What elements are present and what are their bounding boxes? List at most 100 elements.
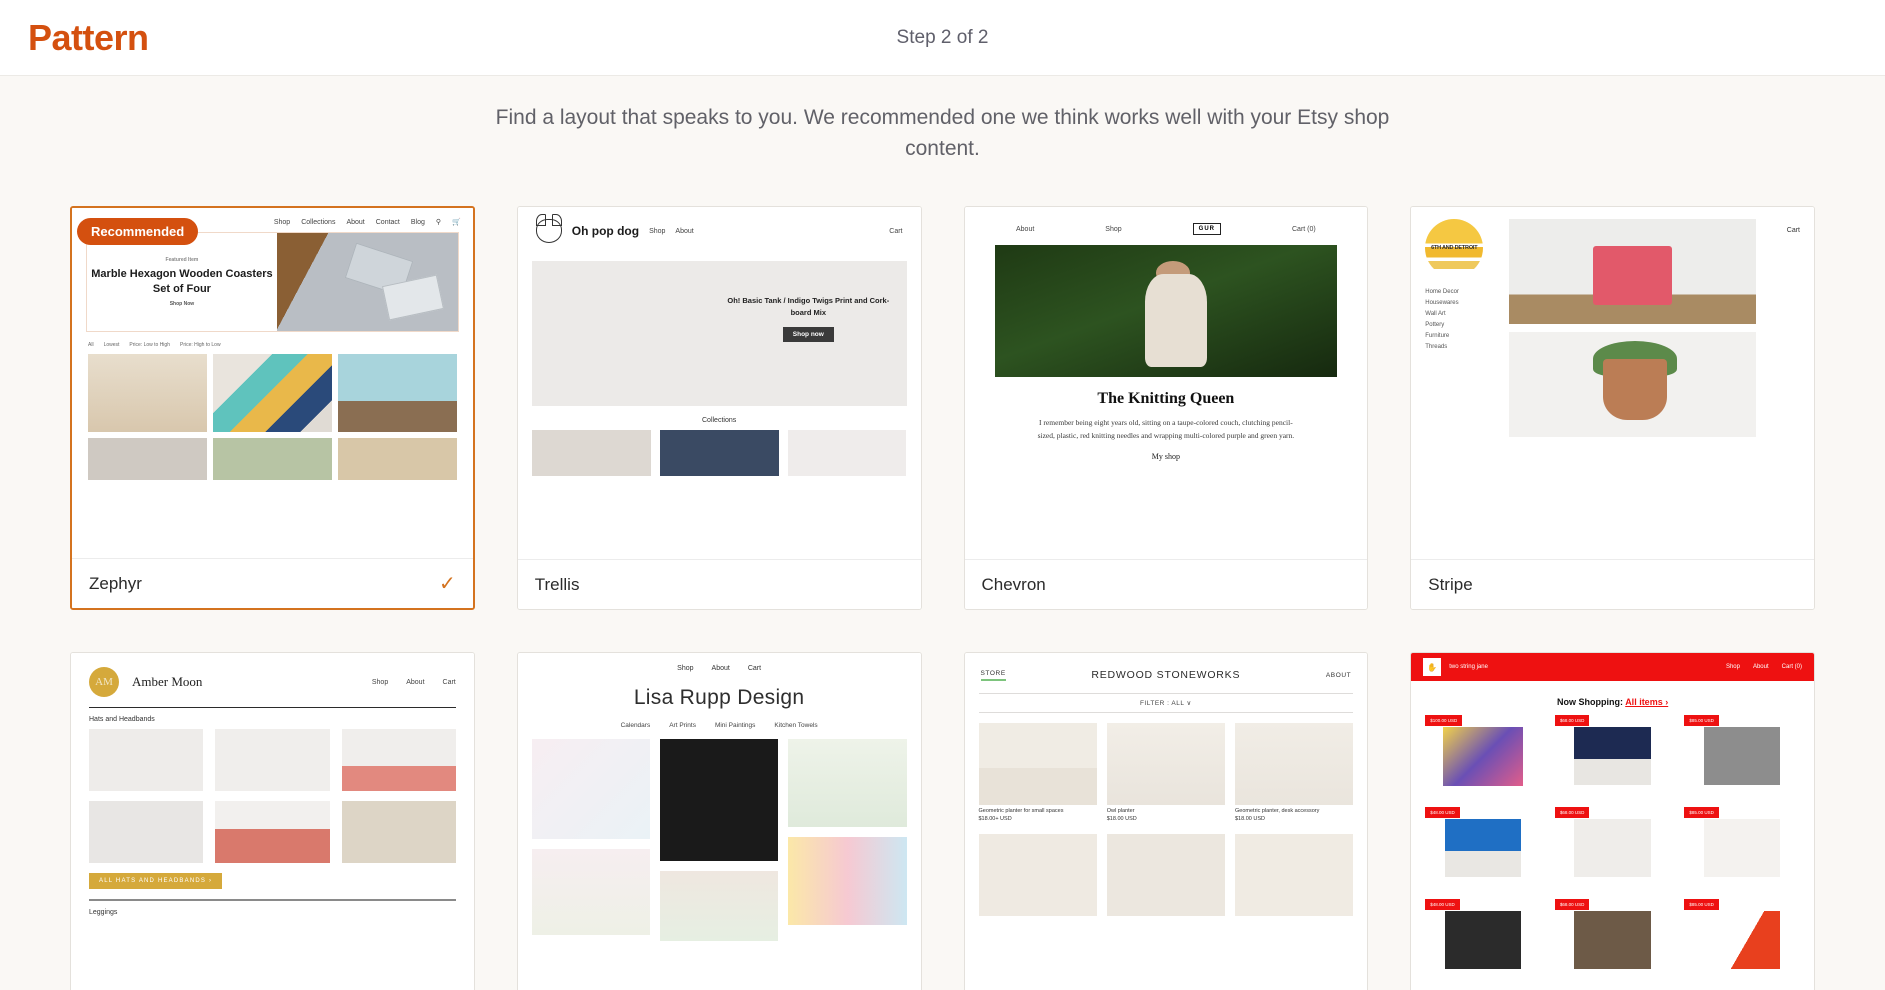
nav-shop: Shop [649,227,666,235]
nav-about: About [1752,664,1769,671]
theme-card-zephyr[interactable]: Recommended Shop Collections About Conta… [70,206,475,611]
price-tag: $85.00 USD [1684,899,1719,911]
amber-header: AM Amber Moon Shop About Cart [71,653,474,698]
now-shopping: Now Shopping: All items › [1411,697,1814,707]
nav-shop: Shop [1725,664,1740,671]
product-thumb [1106,833,1225,916]
zephyr-hero: Featured Item Marble Hexagon Wooden Coas… [86,232,459,333]
theme-footer[interactable]: Trellis [517,559,921,610]
nav-cart: Cart [747,665,762,673]
product-thumb [660,871,779,942]
price-tag: $68.00 USD [1554,899,1590,911]
trellis-hero: Oh! Basic Tank / Indigo Twigs Print and … [531,261,907,407]
divider [89,707,456,709]
price-tag: $48.00 USD [1425,807,1460,819]
nav-blog: Blog [410,218,425,226]
product-name: Geometric planter for small spaces [978,808,1064,815]
menu-wall-art: Wall Art [1425,311,1446,318]
nav-shop: Shop [1105,225,1122,233]
article-more-link: My shop [1151,452,1180,462]
filter-lowest: Lowest [103,342,120,349]
nav-cart: Cart [1786,227,1800,235]
jane-grid-row1: $100.00 USD $68.00 USD $85.00 USD [1411,715,1814,797]
trellis-thumbs [518,430,921,477]
category-calendars: Calendars [620,722,651,730]
product-name: Geometric planter, desk accessory [1235,808,1320,815]
product-thumb [215,729,330,792]
menu-home-decor: Home Decor [1425,289,1459,296]
category-art-prints: Art Prints [669,722,696,730]
now-shopping-value[interactable]: All items › [1625,697,1668,707]
product-thumb [1235,833,1354,916]
product-cell: $100.00 USD [1425,715,1541,797]
theme-card-trellis[interactable]: Oh pop dog Shop About Cart Oh! Basic Tan… [516,206,922,611]
product-name: Owl planter [1106,808,1135,815]
hero-image [276,233,458,332]
theme-footer[interactable]: Stripe [1411,559,1814,610]
nav-shop: Shop [273,218,291,226]
product-cell: Geometric planter for small spaces $18.0… [978,723,1097,822]
nav-about: About [711,665,730,673]
theme-footer[interactable]: Zephyr ✓ [72,558,473,609]
hero-title: Marble Hexagon Wooden Coasters Set of Fo… [91,268,273,296]
product-thumb [341,729,456,792]
theme-name: Stripe [1428,574,1473,594]
nav-cart: Cart [889,227,903,235]
stripe-layout: 6TH AND DETROIT Home Decor Housewares Wa… [1411,207,1814,438]
theme-card-amber-moon[interactable]: AM Amber Moon Shop About Cart Hats and H… [70,652,475,990]
amber-thumbs-row1 [71,729,474,792]
product-thumb [88,354,207,433]
theme-preview-chevron: About Shop GUR Cart (0) The Knitting Que… [964,207,1368,560]
zephyr-thumbs [72,354,473,481]
price-tag: $100.00 USD [1425,715,1463,727]
cart-icon: 🛒 [452,219,461,227]
theme-preview-lisa-rupp: Shop About Cart Lisa Rupp Design Calenda… [517,653,921,990]
price-tag: $68.00 USD [1554,715,1590,727]
nav-about: ABOUT [1325,671,1352,679]
nav-about: About [1016,225,1035,233]
category-kitchen-towels: Kitchen Towels [774,722,818,730]
theme-preview-zephyr: Shop Collections About Contact Blog ⚲ 🛒 … [72,208,473,559]
price-tag: $85.00 USD [1684,807,1719,819]
menu-threads: Threads [1425,344,1448,351]
product-thumb [531,849,650,936]
theme-grid: Recommended Shop Collections About Conta… [70,206,1815,990]
menu-housewares: Housewares [1425,300,1459,307]
nav-about: About [675,227,694,235]
filter-all: All [88,342,94,349]
nav-about: About [346,218,365,226]
product-cell: $85.00 USD [1684,715,1800,797]
theme-name: Zephyr [89,573,142,593]
price-tag: $85.00 USD [1684,715,1719,727]
intro-text: Find a layout that speaks to you. We rec… [495,106,1390,161]
hand-logo-icon: ✋ [1423,658,1442,677]
menu-furniture: Furniture [1425,333,1450,340]
chevron-hero-image [994,245,1338,378]
product-thumb [212,354,332,433]
product-thumb [978,833,1097,916]
brand-name: REDWOOD STONEWORKS [1091,669,1241,682]
theme-name: Trellis [534,574,580,594]
collection-thumb [531,430,651,477]
theme-card-chevron[interactable]: About Shop GUR Cart (0) The Knitting Que… [963,206,1369,611]
monogram-logo: AM [89,667,119,698]
theme-card-two-string-jane[interactable]: ✋ two string jane Shop About Cart (0) No… [1410,652,1815,990]
redwood-header: STORE REDWOOD STONEWORKS ABOUT [965,653,1368,681]
filter-high-low: Price: High to Low [179,342,221,349]
product-thumb [341,801,456,864]
theme-card-lisa-rupp[interactable]: Shop About Cart Lisa Rupp Design Calenda… [516,652,922,990]
filter-low-high: Price: Low to High [129,342,170,349]
product-thumb [88,438,207,481]
brand-name: Oh pop dog [571,224,640,239]
nav-shop: Shop [371,678,389,686]
product-thumb [89,801,204,864]
category-mini-paintings: Mini Paintings [714,722,756,730]
app-header: Pattern Step 2 of 2 [0,0,1885,76]
theme-card-redwood-stoneworks[interactable]: STORE REDWOOD STONEWORKS ABOUT FILTER : … [963,652,1369,990]
theme-footer[interactable]: Chevron [964,559,1368,610]
pattern-logo[interactable]: Pattern [28,17,149,59]
recommended-badge: Recommended [77,218,199,246]
theme-card-stripe[interactable]: 6TH AND DETROIT Home Decor Housewares Wa… [1410,206,1815,611]
article-body: I remember being eight years old, sittin… [1037,418,1295,441]
nav-cart: Cart (0) [1781,664,1802,671]
